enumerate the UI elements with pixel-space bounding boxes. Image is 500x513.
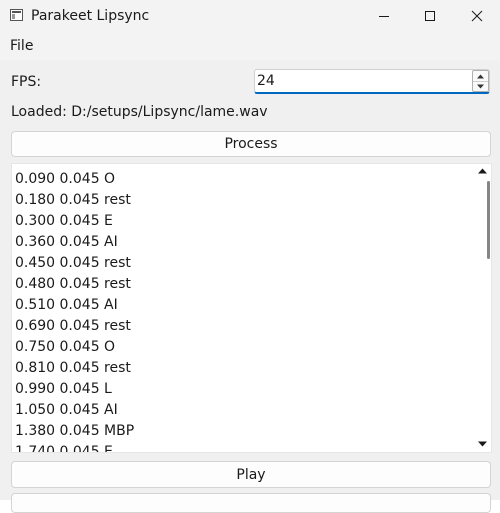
- play-button[interactable]: Play: [11, 461, 491, 488]
- process-button[interactable]: Process: [11, 131, 491, 157]
- output-line: 0.180 0.045 rest: [15, 192, 131, 208]
- output-line: 0.990 0.045 L: [15, 381, 112, 397]
- output-line: 0.810 0.045 rest: [15, 360, 131, 376]
- output-line: 1.380 0.045 MBP: [15, 423, 135, 439]
- chevron-down-icon: [477, 84, 484, 88]
- app-window-icon: [10, 9, 23, 21]
- output-line: 0.450 0.045 rest: [15, 255, 131, 271]
- output-line: 0.090 0.045 O: [15, 171, 116, 187]
- menu-bar: [0, 32, 500, 60]
- output-line: 0.750 0.045 O: [15, 339, 116, 355]
- output-line: 1.050 0.045 AI: [15, 402, 118, 418]
- fps-spinbox[interactable]: [254, 69, 490, 94]
- menu-file[interactable]: File: [10, 38, 33, 55]
- output-line: 0.510 0.045 AI: [15, 297, 118, 313]
- output-line: 0.480 0.045 rest: [15, 276, 131, 292]
- output-line: 1.740 0.045 E: [15, 444, 113, 453]
- scroll-up-arrow-icon: [478, 168, 487, 174]
- maximize-button[interactable]: [407, 0, 453, 32]
- maximize-icon: [425, 11, 435, 21]
- spin-down-button[interactable]: [473, 81, 488, 91]
- close-button[interactable]: [454, 0, 500, 32]
- output-line: 0.300 0.045 E: [15, 213, 113, 229]
- output-text-area[interactable]: 0.090 0.045 O 0.180 0.045 rest 0.300 0.045…: [11, 163, 492, 453]
- minimize-icon: [379, 16, 389, 17]
- chevron-up-icon: [477, 74, 484, 78]
- minimize-button[interactable]: [361, 0, 407, 32]
- partial-button[interactable]: [11, 493, 491, 513]
- window-title: Parakeet Lipsync: [31, 8, 150, 24]
- output-scrollbar[interactable]: [474, 164, 491, 452]
- fps-label: FPS:: [11, 74, 42, 90]
- output-lines: 0.090 0.045 O 0.180 0.045 rest 0.300 0.045…: [15, 169, 135, 453]
- close-icon: [471, 10, 483, 22]
- scroll-down-arrow-icon: [478, 441, 487, 447]
- scrollbar-thumb[interactable]: [487, 181, 490, 259]
- output-line: 0.360 0.045 AI: [15, 234, 118, 250]
- fps-stepper[interactable]: [472, 70, 489, 92]
- scroll-down-button[interactable]: [474, 437, 491, 451]
- scroll-up-button[interactable]: [474, 164, 491, 178]
- fps-value[interactable]: 24: [257, 73, 275, 90]
- output-line: 0.690 0.045 rest: [15, 318, 131, 334]
- loaded-file-status: Loaded: D:/setups/Lipsync/lame.wav: [11, 104, 268, 120]
